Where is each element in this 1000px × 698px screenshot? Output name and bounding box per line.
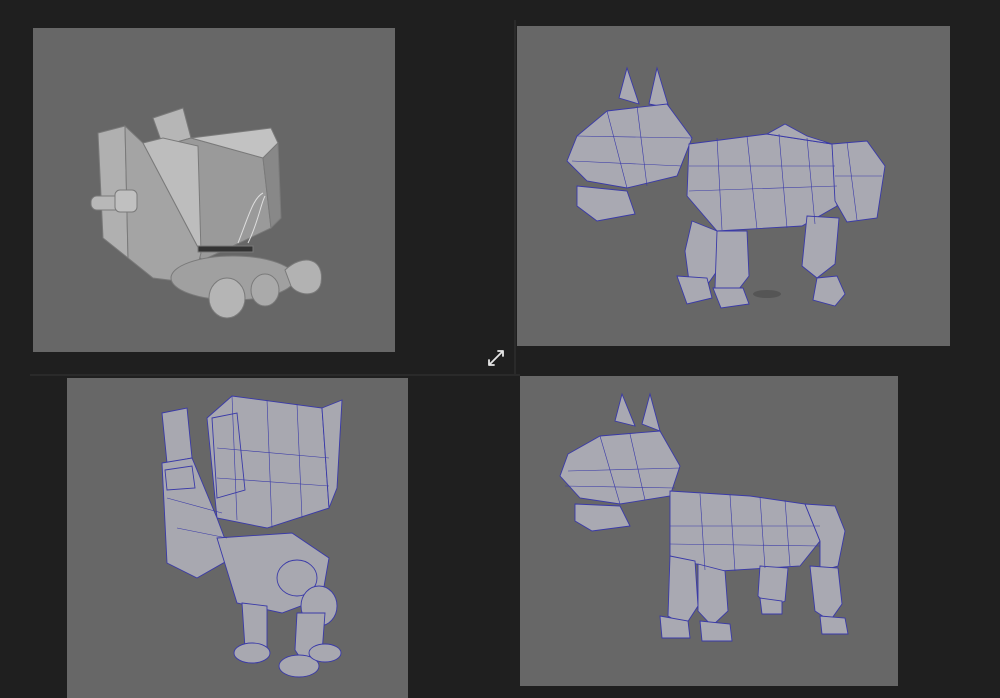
viewport-divider-vertical xyxy=(514,20,516,376)
viewport-top-left[interactable] xyxy=(33,28,395,352)
robot-dog-wireframe-back xyxy=(161,395,343,678)
robot-dog-shaded-model xyxy=(90,107,322,319)
robot-dog-wireframe-side xyxy=(566,66,886,309)
expand-diagonal-arrows-icon[interactable] xyxy=(486,348,506,368)
viewport-bottom-left[interactable] xyxy=(67,378,408,698)
viewport-divider-horizontal xyxy=(30,374,520,376)
viewport-bottom-right[interactable] xyxy=(520,376,898,686)
robot-dog-wireframe-front xyxy=(559,392,849,642)
viewport-top-right[interactable] xyxy=(517,26,950,346)
